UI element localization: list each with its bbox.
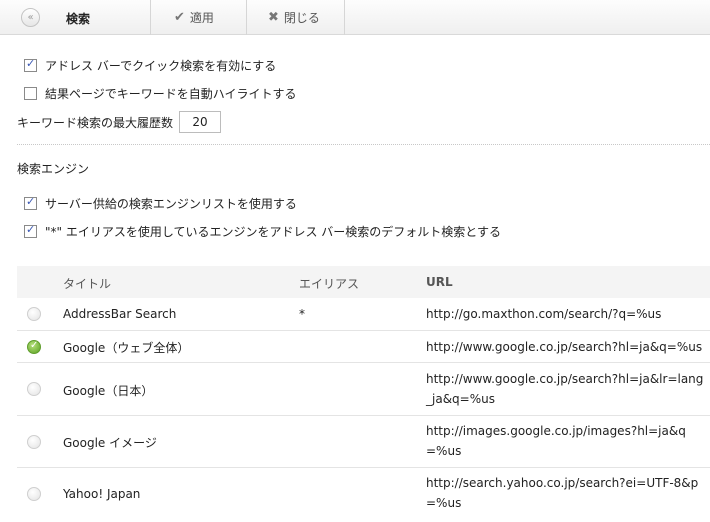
check-icon: ✔ (174, 10, 185, 25)
row-title: Google（日本） (63, 384, 154, 398)
apply-button[interactable]: ✔ 適用 (174, 0, 214, 35)
page-title: 検索 (66, 12, 91, 26)
section-title: 検索エンジン (17, 162, 90, 176)
table-header: タイトル エイリアス URL (17, 266, 710, 298)
max-history-input[interactable]: 20 (179, 111, 222, 133)
row-title: Google（ウェブ全体） (63, 341, 190, 355)
row-url: http://www.google.co.jp/search?hl=ja&lr=… (426, 372, 704, 406)
row-url: http://go.maxthon.com/search/?q=%us (426, 307, 662, 321)
table-row[interactable]: AddressBar Search * http://go.maxthon.co… (17, 298, 710, 331)
server-list-option[interactable]: サーバー供給の検索エンジンリストを使用する (24, 194, 297, 212)
row-title: AddressBar Search (63, 307, 177, 321)
server-list-label: サーバー供給の検索エンジンリストを使用する (45, 196, 297, 211)
column-alias[interactable]: エイリアス (299, 275, 359, 292)
row-url: http://www.google.co.jp/search?hl=ja&q=%… (426, 340, 703, 354)
default-alias-label: "*" エイリアスを使用しているエンジンをアドレス バー検索のデフォルト検索とす… (45, 224, 501, 239)
max-history-row: キーワード検索の最大履歴数 20 (17, 111, 222, 133)
close-button[interactable]: ✖ 閉じる (268, 0, 320, 35)
default-alias-option[interactable]: "*" エイリアスを使用しているエンジンをアドレス バー検索のデフォルト検索とす… (24, 222, 501, 240)
row-url: http://images.google.co.jp/images?hl=ja&… (426, 424, 686, 458)
double-chevron-left-icon[interactable]: « (21, 8, 40, 27)
toolbar-divider (344, 0, 345, 35)
radio-icon[interactable] (27, 487, 41, 501)
apply-label: 適用 (189, 11, 214, 25)
radio-icon[interactable] (27, 435, 41, 449)
close-icon: ✖ (268, 10, 279, 25)
row-alias: * (299, 307, 305, 321)
column-title[interactable]: タイトル (63, 275, 111, 292)
default-alias-checkbox[interactable] (24, 223, 37, 238)
row-title: Yahoo! Japan (63, 487, 141, 501)
toolbar-divider (246, 0, 247, 35)
toolbar: « 検索 ✔ 適用 ✖ 閉じる (0, 0, 710, 35)
engine-table: タイトル エイリアス URL AddressBar Search * http:… (17, 266, 710, 520)
row-url: http://search.yahoo.co.jp/search?ei=UTF-… (426, 476, 699, 510)
quick-search-checkbox[interactable] (24, 57, 37, 72)
row-title: Google イメージ (63, 436, 157, 450)
highlight-option[interactable]: 結果ページでキーワードを自動ハイライトする (24, 84, 297, 102)
max-history-label: キーワード検索の最大履歴数 (17, 115, 174, 130)
selected-radio-icon[interactable] (27, 340, 41, 354)
radio-icon[interactable] (27, 307, 41, 321)
highlight-label: 結果ページでキーワードを自動ハイライトする (45, 86, 297, 101)
toolbar-divider (150, 0, 151, 35)
quick-search-option[interactable]: アドレス バーでクイック検索を有効にする (24, 56, 276, 74)
table-row[interactable]: Google（日本） http://www.google.co.jp/searc… (17, 363, 710, 416)
quick-search-label: アドレス バーでクイック検索を有効にする (45, 58, 277, 73)
table-row[interactable]: Google（ウェブ全体） http://www.google.co.jp/se… (17, 331, 710, 363)
table-row[interactable]: Google イメージ http://images.google.co.jp/i… (17, 416, 710, 468)
table-row[interactable]: Yahoo! Japan http://search.yahoo.co.jp/s… (17, 468, 710, 520)
close-label: 閉じる (283, 11, 320, 25)
server-list-checkbox[interactable] (24, 195, 37, 210)
radio-icon[interactable] (27, 382, 41, 396)
divider (17, 144, 710, 145)
column-url[interactable]: URL (426, 275, 453, 289)
highlight-checkbox[interactable] (24, 86, 37, 100)
